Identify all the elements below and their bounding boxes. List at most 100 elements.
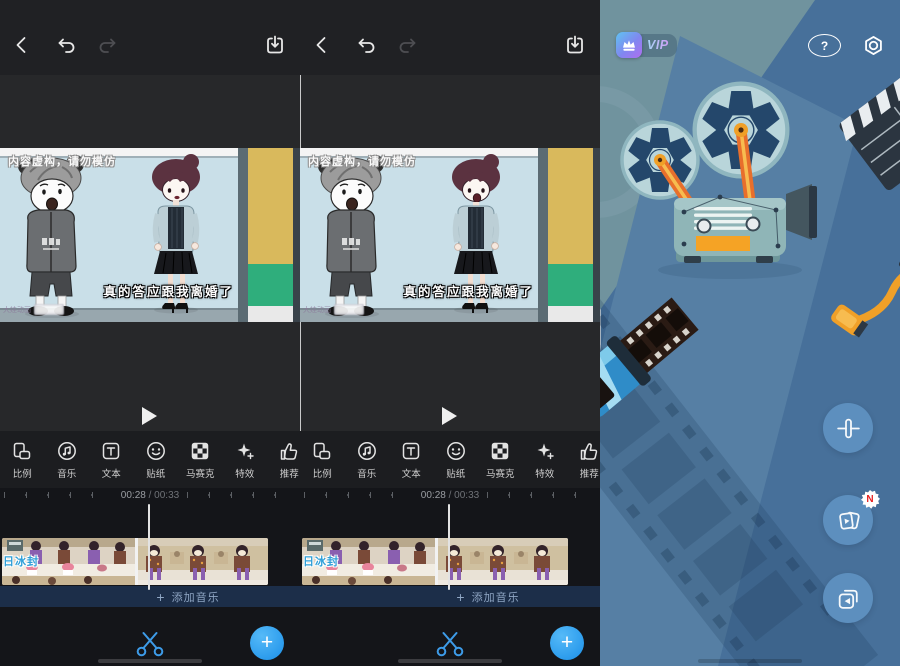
home-indicator: [98, 659, 202, 663]
ruler-ticks-right: [187, 492, 296, 498]
ruler-ticks-left: [304, 492, 413, 498]
redo-icon: [97, 34, 119, 56]
undo-button[interactable]: [354, 34, 378, 58]
clip-text-overlay: 日冰封: [3, 553, 39, 569]
crown-icon: [616, 32, 642, 58]
watermark-blur-box: [34, 304, 64, 315]
mosaic-icon: [189, 440, 211, 462]
clip-text-overlay: 日冰封: [303, 553, 339, 569]
vip-button[interactable]: VIP: [616, 32, 677, 58]
tool-mosaic[interactable]: 马赛克: [178, 431, 223, 488]
video-disclaimer: 内容虚构，请勿模仿: [308, 153, 416, 169]
editor-topbar: [0, 0, 300, 75]
export-button[interactable]: [563, 34, 587, 58]
undo-button[interactable]: [54, 34, 78, 58]
export-icon: [264, 34, 286, 56]
app-root: 内容虚构，请勿模仿 真的答应跟我离婚了 大娃动画 比例 音乐 文本 贴纸 马赛克…: [0, 0, 900, 666]
trim-tool-icon: [835, 415, 862, 442]
gear-icon: [862, 34, 885, 57]
picture-in-picture-button[interactable]: [823, 573, 873, 623]
timeline-ruler: 00:28 / 00:33: [0, 488, 300, 502]
trim-tool-button[interactable]: [823, 403, 873, 453]
split-button[interactable]: [435, 628, 465, 658]
tool-sticker[interactable]: 贴纸: [134, 431, 179, 488]
scissors-icon: [435, 628, 465, 658]
scissors-icon: [135, 628, 165, 658]
question-mark-icon: ?: [821, 39, 828, 53]
video-clip-track[interactable]: 日冰封: [2, 538, 268, 585]
sticker-icon: [145, 440, 167, 462]
watermark-blur-box: [334, 304, 364, 315]
add-clip-button[interactable]: +: [250, 626, 284, 660]
video-watermark: 大娃动画: [3, 304, 64, 315]
timeline-ruler: 00:28 / 00:33: [300, 488, 600, 502]
music-icon: [56, 440, 78, 462]
play-button[interactable]: [442, 407, 457, 425]
home-panel: VIP ? N: [600, 0, 900, 666]
tool-recommend[interactable]: 推荐: [567, 431, 600, 488]
ruler-ticks-right: [487, 492, 596, 498]
settings-button[interactable]: [862, 34, 885, 57]
time-display: 00:28 / 00:33: [117, 490, 183, 501]
tool-ratio[interactable]: 比例: [300, 431, 345, 488]
tool-text[interactable]: 文本: [89, 431, 134, 488]
add-clip-button[interactable]: +: [550, 626, 584, 660]
back-button[interactable]: [310, 34, 334, 58]
undo-icon: [55, 34, 77, 56]
video-clip-track[interactable]: 日冰封: [302, 538, 568, 585]
help-button[interactable]: ?: [808, 34, 841, 57]
video-disclaimer: 内容虚构，请勿模仿: [8, 153, 116, 169]
video-templates-icon: [835, 507, 862, 534]
export-button[interactable]: [263, 34, 287, 58]
video-preview[interactable]: 内容虚构，请勿模仿 真的答应跟我离婚了 大娃动画: [300, 148, 600, 322]
tool-music[interactable]: 音乐: [345, 431, 390, 488]
timeline-area: 日冰封 + 添加音乐 +: [300, 502, 600, 666]
time-display: 00:28 / 00:33: [417, 490, 483, 501]
tool-ratio[interactable]: 比例: [0, 431, 45, 488]
split-button[interactable]: [135, 628, 165, 658]
export-icon: [564, 34, 586, 56]
redo-button[interactable]: [396, 34, 420, 58]
playhead[interactable]: [448, 504, 450, 590]
tool-effects[interactable]: 特效: [223, 431, 268, 488]
video-subtitle: 真的答应跟我离婚了: [0, 281, 234, 300]
thumbs-up-icon: [578, 440, 600, 462]
tool-mosaic[interactable]: 马赛克: [478, 431, 523, 488]
clip-thumbnails: [302, 538, 568, 585]
cable-illustration: [829, 252, 900, 339]
aspect-ratio-icon: [311, 440, 333, 462]
add-music-button[interactable]: + 添加音乐: [300, 586, 600, 607]
play-button[interactable]: [142, 407, 157, 425]
clip-thumbnails: [2, 538, 268, 585]
video-watermark: 大娃动画: [303, 304, 364, 315]
effects-icon: [234, 440, 256, 462]
text-icon: [400, 440, 422, 462]
tool-text[interactable]: 文本: [389, 431, 434, 488]
aspect-ratio-icon: [11, 440, 33, 462]
playhead[interactable]: [148, 504, 150, 590]
tool-sticker[interactable]: 贴纸: [434, 431, 479, 488]
home-topbar: ?: [808, 34, 885, 57]
chevron-left-icon: [11, 34, 33, 56]
home-indicator: [398, 659, 502, 663]
thumbs-up-icon: [278, 440, 300, 462]
picture-in-picture-icon: [835, 585, 862, 612]
back-button[interactable]: [10, 34, 34, 58]
mosaic-icon: [489, 440, 511, 462]
ruler-ticks-left: [4, 492, 113, 498]
tool-effects[interactable]: 特效: [523, 431, 568, 488]
video-preview[interactable]: 内容虚构，请勿模仿 真的答应跟我离婚了 大娃动画: [0, 148, 300, 322]
tool-music[interactable]: 音乐: [45, 431, 90, 488]
redo-button[interactable]: [96, 34, 120, 58]
add-music-button[interactable]: + 添加音乐: [0, 586, 300, 607]
templates-button[interactable]: N: [823, 495, 873, 545]
sticker-icon: [445, 440, 467, 462]
text-icon: [100, 440, 122, 462]
effects-icon: [534, 440, 556, 462]
projector-illustration: [600, 0, 900, 666]
vip-label: VIP: [637, 34, 677, 57]
editor-toolbar: 比例 音乐 文本 贴纸 马赛克 特效 推荐: [0, 431, 300, 488]
chevron-left-icon: [311, 34, 333, 56]
editor-panel-2: 内容虚构，请勿模仿 真的答应跟我离婚了 大娃动画 比例 音乐 文本 贴纸 马赛克…: [300, 0, 600, 666]
tool-recommend[interactable]: 推荐: [267, 431, 300, 488]
